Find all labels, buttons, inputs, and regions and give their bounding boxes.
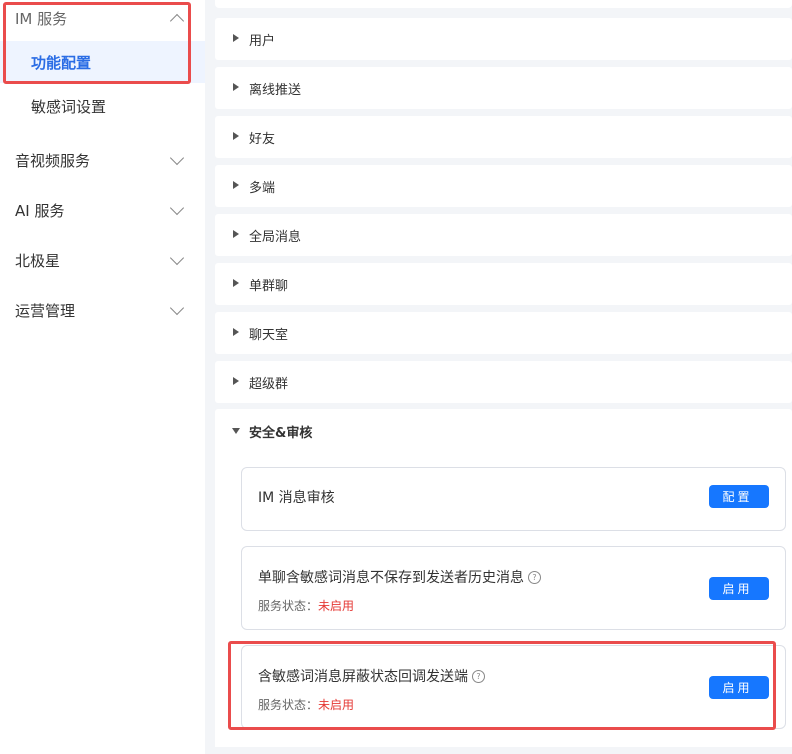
collapse-row-friends[interactable]: 好友 [215,116,792,158]
collapse-row-label: 全局消息 [249,229,302,245]
configure-button[interactable]: 配置 [709,485,769,508]
nav-group-operations[interactable]: 运营管理 [0,288,205,332]
card-title: IM 消息审核 [258,490,335,506]
caret-right-icon [233,34,239,42]
collapse-row-label: 超级群 [249,376,289,392]
nav-group-label: 音视频服务 [15,151,91,170]
collapse-row-label: 用户 [249,33,276,49]
caret-right-icon [233,279,239,287]
sidebar-item-sensitive-words[interactable]: 敏感词设置 [0,85,205,127]
collapse-row-label: 聊天室 [249,327,289,343]
sidebar: IM 服务 功能配置 敏感词设置 音视频服务 AI 服务 北极星 运营管理 [0,0,205,754]
caret-right-icon [233,132,239,140]
service-status: 服务状态：未启用 [258,597,354,614]
collapse-row-label: 单群聊 [249,278,289,294]
collapse-row-chatroom[interactable]: 聊天室 [215,312,792,354]
sidebar-item-label: 敏感词设置 [31,97,107,116]
highlight-box [228,641,776,730]
collapse-row-label: 多端 [249,180,276,196]
nav-group-polaris[interactable]: 北极星 [0,238,205,282]
enable-button[interactable]: 启用 [709,577,769,600]
caret-right-icon [233,377,239,385]
chevron-down-icon [169,200,185,216]
nav-group-label: 北极星 [15,251,61,270]
nav-group-av-service[interactable]: 音视频服务 [0,138,205,182]
collapse-row-offline-push[interactable]: 离线推送 [215,67,792,109]
chevron-down-icon [169,300,185,316]
nav-group-ai-service[interactable]: AI 服务 [0,188,205,232]
collapse-row-ultra-group[interactable]: 超级群 [215,361,792,403]
caret-down-icon [232,428,240,434]
collapse-row-global-message[interactable]: 全局消息 [215,214,792,256]
chevron-down-icon [169,150,185,166]
card-private-sensitive-history: 单聊含敏感词消息不保存到发送者历史消息? 服务状态：未启用 启用 [241,546,786,630]
card-im-message-review: IM 消息审核 配置 [241,467,786,531]
question-icon[interactable]: ? [528,570,541,584]
caret-right-icon [233,328,239,336]
collapse-row-label: 好友 [249,131,276,147]
caret-right-icon [233,83,239,91]
status-label: 服务状态： [258,599,319,613]
collapse-row-label: 离线推送 [249,82,302,98]
nav-group-label: AI 服务 [15,201,65,220]
card-title-text: 单聊含敏感词消息不保存到发送者历史消息 [258,570,524,586]
chevron-down-icon [169,250,185,266]
collapse-row-chat-group[interactable]: 单群聊 [215,263,792,305]
caret-right-icon [233,181,239,189]
highlight-box [3,2,191,84]
collapse-row-label: 安全&审核 [249,425,313,441]
panel-top-edge [215,0,792,8]
collapse-row-multi-device[interactable]: 多端 [215,165,792,207]
nav-group-label: 运营管理 [15,301,76,320]
caret-right-icon [233,230,239,238]
collapse-row-user[interactable]: 用户 [215,18,792,60]
status-value: 未启用 [318,599,355,613]
card-title: 单聊含敏感词消息不保存到发送者历史消息? [258,567,541,587]
